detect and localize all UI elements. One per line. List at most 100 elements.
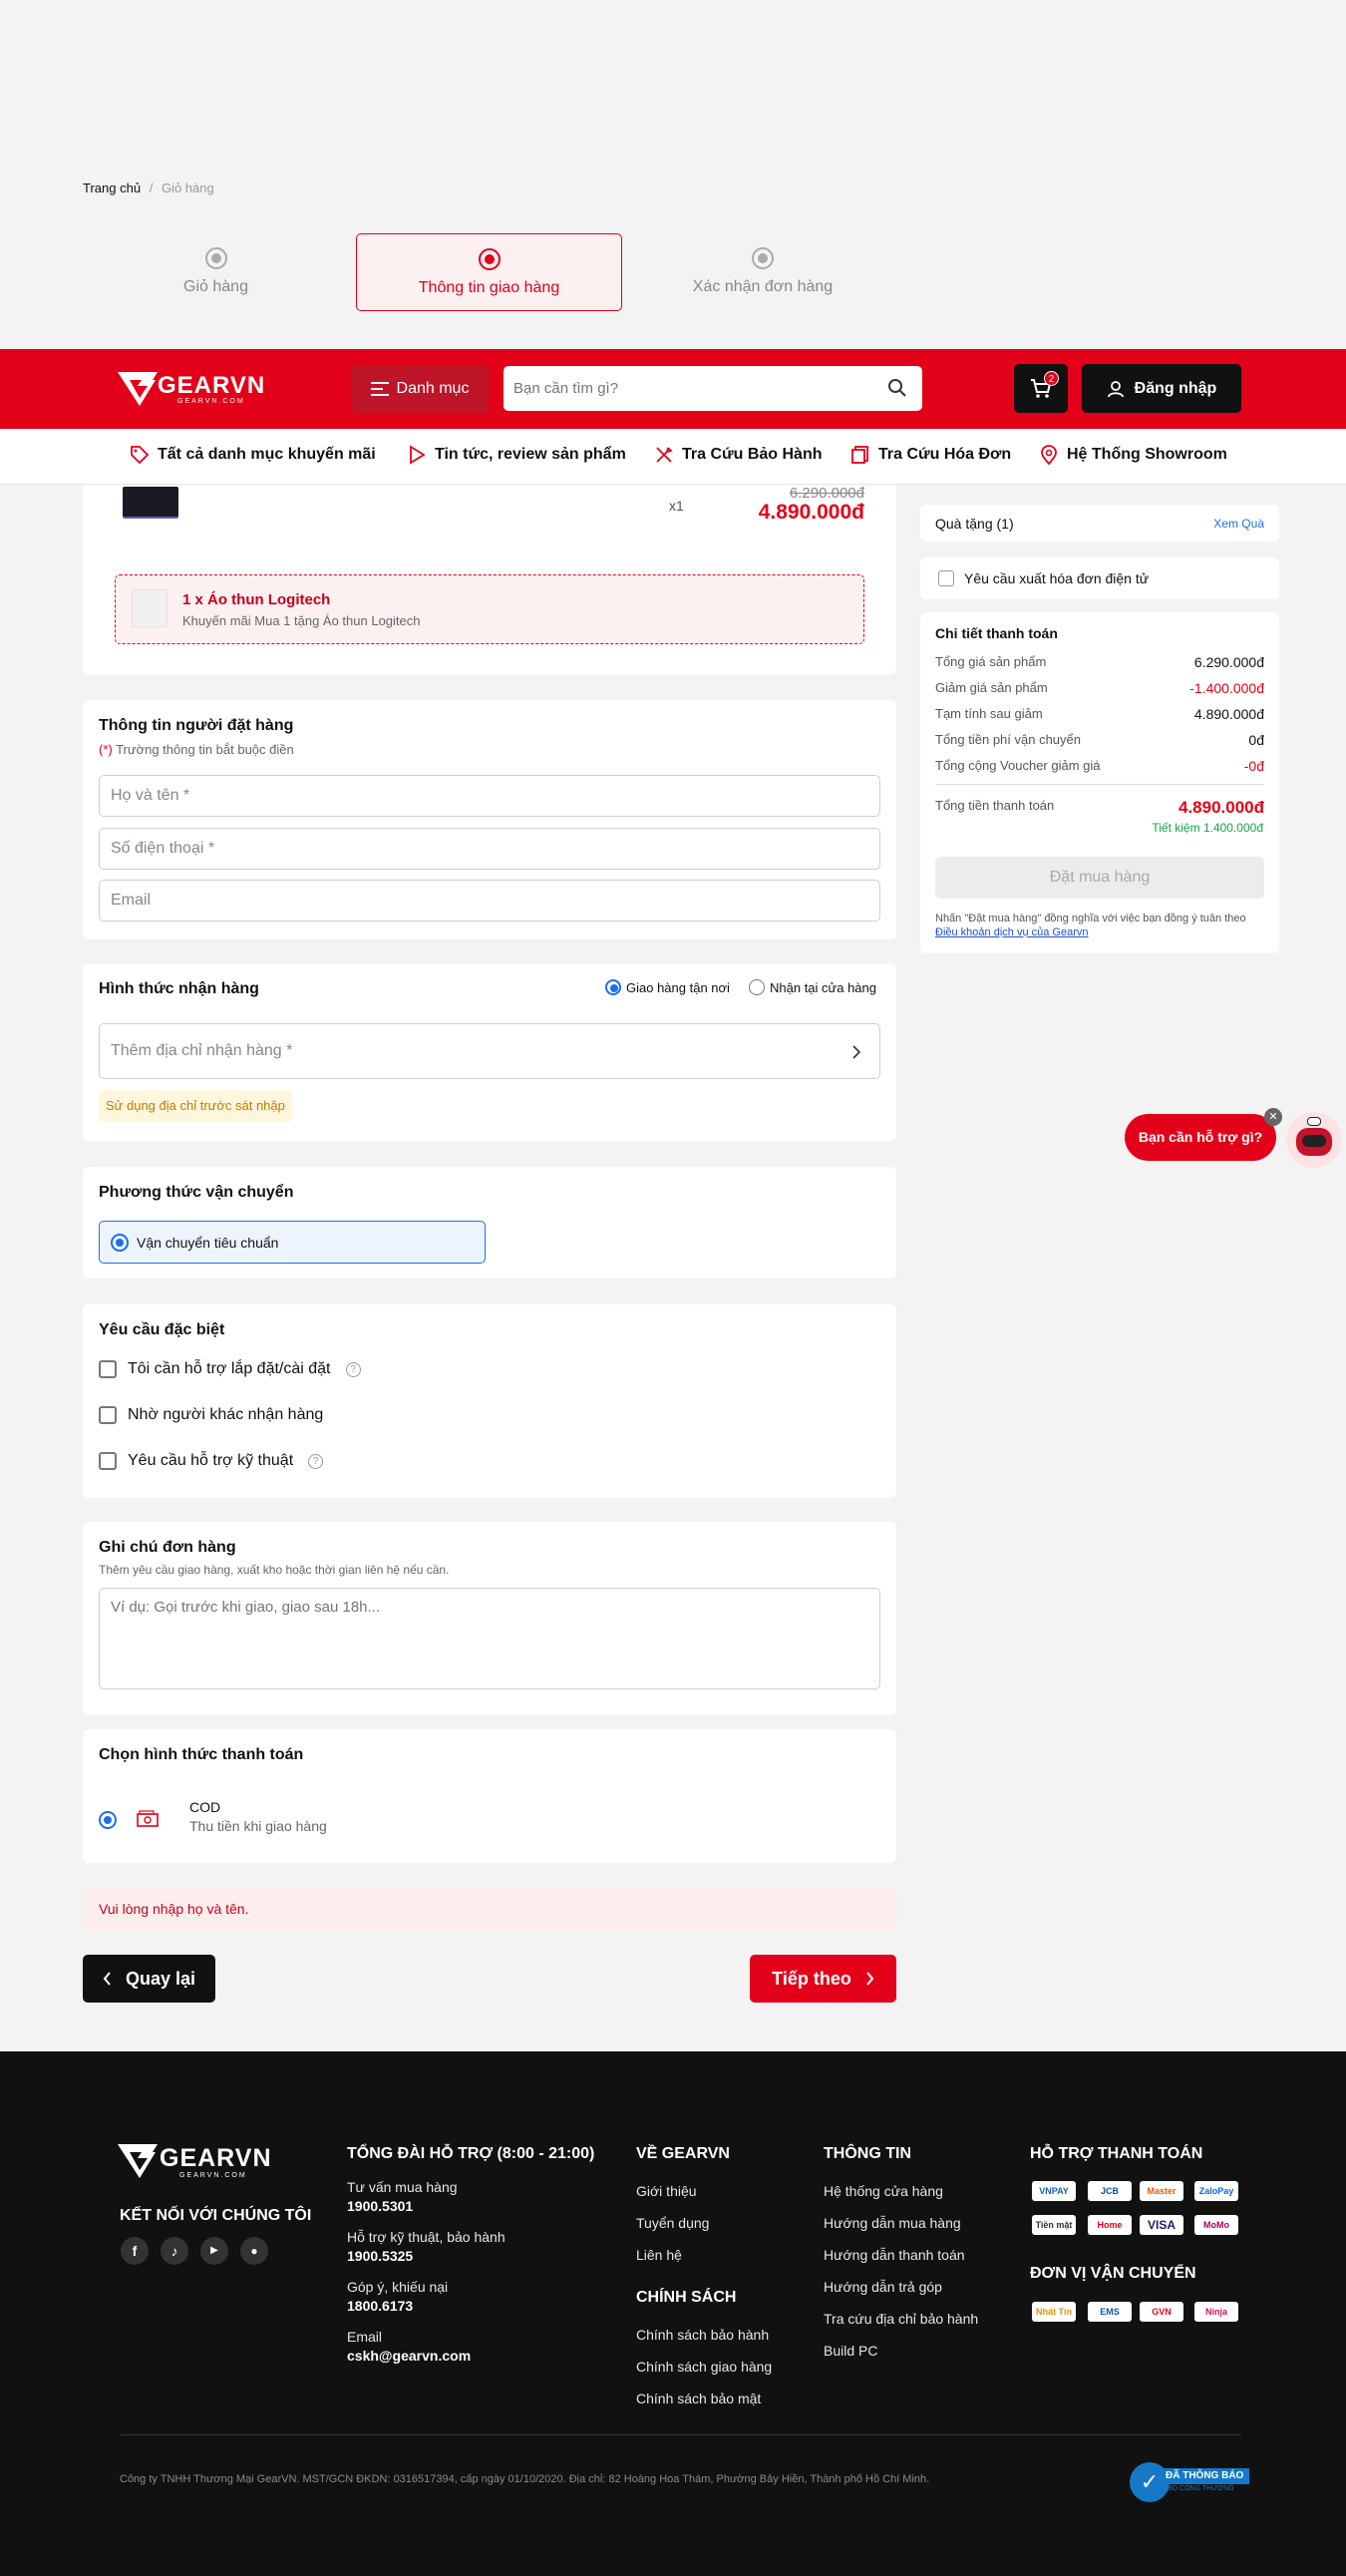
footer-link[interactable]: Hướng dẫn trả góp bbox=[824, 2279, 942, 2295]
footer-link[interactable]: Giới thiệu bbox=[636, 2183, 697, 2199]
required-note: (*) Trường thông tin bắt buộc điền bbox=[99, 742, 294, 757]
product-quantity: x1 bbox=[669, 498, 684, 514]
logo-subtext: GEARVN.COM bbox=[177, 398, 245, 405]
nav-item-showroom[interactable]: Hệ Thống Showroom bbox=[1039, 445, 1227, 465]
support-value[interactable]: cskh@gearvn.com bbox=[347, 2348, 471, 2364]
tiktok-icon[interactable]: ♪ bbox=[161, 2237, 188, 2265]
invoice-request-card[interactable]: Yêu cầu xuất hóa đơn điện tử bbox=[920, 557, 1279, 599]
search-icon[interactable] bbox=[887, 378, 907, 398]
footer-support-title: TỔNG ĐÀI HỖ TRỢ (8:00 - 21:00) bbox=[347, 2145, 595, 2162]
delivery-option-home[interactable]: Giao hàng tận nơi bbox=[605, 979, 730, 995]
product-old-price: 6.290.000đ bbox=[789, 485, 864, 502]
chat-support-bubble[interactable]: Bạn cần hỗ trợ gì? bbox=[1125, 1114, 1276, 1161]
footer-link[interactable]: Build PC bbox=[824, 2343, 877, 2359]
special-option-tech-support[interactable]: Yêu cầu hỗ trợ kỹ thuật ? bbox=[99, 1452, 324, 1470]
special-option-install[interactable]: Tôi cần hỗ trợ lắp đặt/cài đặt ? bbox=[99, 1360, 361, 1378]
group-icon[interactable]: ● bbox=[240, 2237, 268, 2265]
terms-link[interactable]: Điều khoản dịch vụ của Gearvn bbox=[935, 926, 1088, 938]
ministry-certificate-badge[interactable]: ✓ ĐÃ THÔNG BÁO BỘ CÔNG THƯƠNG bbox=[1130, 2462, 1250, 2502]
payment-badge-icon: MoMo bbox=[1194, 2215, 1238, 2235]
step-cart: Giỏ hàng bbox=[134, 233, 298, 311]
summary-row: Giảm giá sản phẩm -1.400.000đ bbox=[935, 680, 1264, 696]
product-price: 4.890.000đ bbox=[758, 501, 864, 524]
category-menu-button[interactable]: Danh mục bbox=[351, 365, 489, 413]
footer-logo[interactable]: GEARVN GEARVN.COM bbox=[118, 2142, 282, 2182]
full-name-field[interactable]: Họ và tên * bbox=[99, 775, 880, 817]
step-confirm: Xác nhận đơn hàng bbox=[658, 233, 867, 311]
footer-info-title: THÔNG TIN bbox=[824, 2145, 911, 2162]
footer-link[interactable]: Chính sách bảo mật bbox=[636, 2391, 761, 2406]
footer-link[interactable]: Tuyển dụng bbox=[636, 2215, 709, 2231]
chat-bot-avatar[interactable] bbox=[1286, 1112, 1342, 1168]
footer-link[interactable]: Hệ thống cửa hàng bbox=[824, 2183, 943, 2199]
breadcrumb: Trang chủ / Giỏ hàng bbox=[83, 181, 214, 195]
shipping-badge-icon: EMS bbox=[1088, 2302, 1132, 2322]
nav-item-promotions[interactable]: Tất cả danh mục khuyến mãi bbox=[130, 445, 376, 465]
footer-link[interactable]: Chính sách bảo hành bbox=[636, 2327, 769, 2343]
tag-icon bbox=[131, 446, 150, 465]
special-option-other-receiver[interactable]: Nhờ người khác nhận hàng bbox=[99, 1406, 323, 1424]
payment-badge-icon: JCB bbox=[1088, 2181, 1132, 2201]
help-icon[interactable]: ? bbox=[308, 1453, 324, 1469]
chevron-right-icon bbox=[866, 1972, 874, 1986]
delivery-option-store[interactable]: Nhận tại cửa hàng bbox=[749, 979, 876, 995]
chevron-right-icon bbox=[852, 1045, 861, 1059]
view-gift-link[interactable]: Xem Quà bbox=[1213, 517, 1264, 531]
footer-link[interactable]: Hướng dẫn mua hàng bbox=[824, 2215, 961, 2231]
order-note-card: Ghi chú đơn hàng Thêm yêu cầu giao hàng,… bbox=[83, 1522, 896, 1715]
email-field[interactable]: Email bbox=[99, 880, 880, 921]
search-input[interactable] bbox=[513, 376, 872, 400]
logo-text: GEARVN bbox=[158, 372, 266, 399]
cart-button[interactable]: 2 bbox=[1014, 364, 1068, 413]
shipping-method-card: Phương thức vận chuyển Vận chuyển tiêu c… bbox=[83, 1167, 896, 1279]
help-icon[interactable]: ? bbox=[345, 1361, 361, 1377]
support-value[interactable]: 1800.6173 bbox=[347, 2298, 413, 2314]
step-indicator-icon bbox=[204, 247, 227, 269]
footer-link[interactable]: Chính sách giao hàng bbox=[636, 2359, 772, 2375]
logo[interactable]: GEARVN GEARVN.COM bbox=[118, 370, 266, 408]
gift-summary-label: Quà tặng (1) bbox=[935, 516, 1014, 532]
step-shipping-info: Thông tin giao hàng bbox=[356, 233, 622, 311]
address-field[interactable]: Thêm địa chỉ nhận hàng * bbox=[99, 1023, 880, 1079]
location-icon bbox=[1041, 445, 1057, 465]
summary-title: Chi tiết thanh toán bbox=[935, 625, 1058, 641]
use-previous-address-button[interactable]: Sử dụng địa chỉ trước sát nhập bbox=[99, 1090, 292, 1122]
note-textarea[interactable] bbox=[99, 1588, 880, 1689]
footer-link[interactable]: Liên hệ bbox=[636, 2247, 682, 2263]
payment-method-name: COD bbox=[189, 1799, 221, 1815]
payment-badge-icon: VNPAY bbox=[1032, 2181, 1076, 2201]
nav-item-news[interactable]: Tin tức, review sản phẩm bbox=[407, 445, 626, 465]
shipping-badge-icon: Ninja bbox=[1194, 2302, 1238, 2322]
login-button[interactable]: Đăng nhập bbox=[1082, 364, 1241, 413]
delivery-title: Hình thức nhận hàng bbox=[99, 980, 259, 997]
shipping-title: Phương thức vận chuyển bbox=[99, 1184, 294, 1201]
payment-option-cod[interactable]: COD Thu tiền khi giao hàng bbox=[99, 1799, 498, 1849]
nav-item-warranty[interactable]: Tra Cứu Bảo Hành bbox=[654, 445, 823, 465]
shipping-badge-icon: GVN bbox=[1140, 2302, 1183, 2322]
youtube-icon[interactable]: ▶ bbox=[200, 2237, 228, 2265]
nav-item-invoice[interactable]: Tra Cứu Hóa Đơn bbox=[850, 445, 1011, 465]
footer-link[interactable]: Tra cứu địa chỉ bảo hành bbox=[824, 2311, 978, 2327]
summary-divider bbox=[935, 784, 1264, 785]
footer-link[interactable]: Hướng dẫn thanh toán bbox=[824, 2247, 965, 2263]
phone-field[interactable]: Số điện thoại * bbox=[99, 828, 880, 870]
place-order-button[interactable]: Đặt mua hàng bbox=[935, 857, 1264, 899]
shipping-option-standard[interactable]: Vận chuyển tiêu chuẩn bbox=[99, 1221, 486, 1264]
next-button[interactable]: Tiếp theo bbox=[750, 1955, 896, 2003]
footer-connect-title: KẾT NỐI VỚI CHÚNG TÔI bbox=[120, 2207, 312, 2224]
orderer-title: Thông tin người đặt hàng bbox=[99, 717, 294, 734]
support-value[interactable]: 1900.5325 bbox=[347, 2248, 413, 2264]
search-box[interactable] bbox=[504, 366, 922, 411]
facebook-icon[interactable]: f bbox=[121, 2237, 149, 2265]
gift-image bbox=[132, 589, 168, 627]
payment-title: Chọn hình thức thanh toán bbox=[99, 1746, 304, 1763]
back-button[interactable]: Quay lại bbox=[83, 1955, 215, 2003]
product-image[interactable] bbox=[123, 487, 178, 517]
breadcrumb-home[interactable]: Trang chủ bbox=[83, 181, 141, 195]
close-chat-icon[interactable]: ✕ bbox=[1264, 1108, 1282, 1126]
play-icon bbox=[410, 445, 426, 465]
summary-total-row: Tổng tiền thanh toán 4.890.000đ bbox=[935, 798, 1264, 817]
support-value[interactable]: 1900.5301 bbox=[347, 2198, 413, 2214]
summary-row: Tổng giá sản phẩm 6.290.000đ bbox=[935, 654, 1264, 670]
step-label: Xác nhận đơn hàng bbox=[692, 278, 834, 295]
